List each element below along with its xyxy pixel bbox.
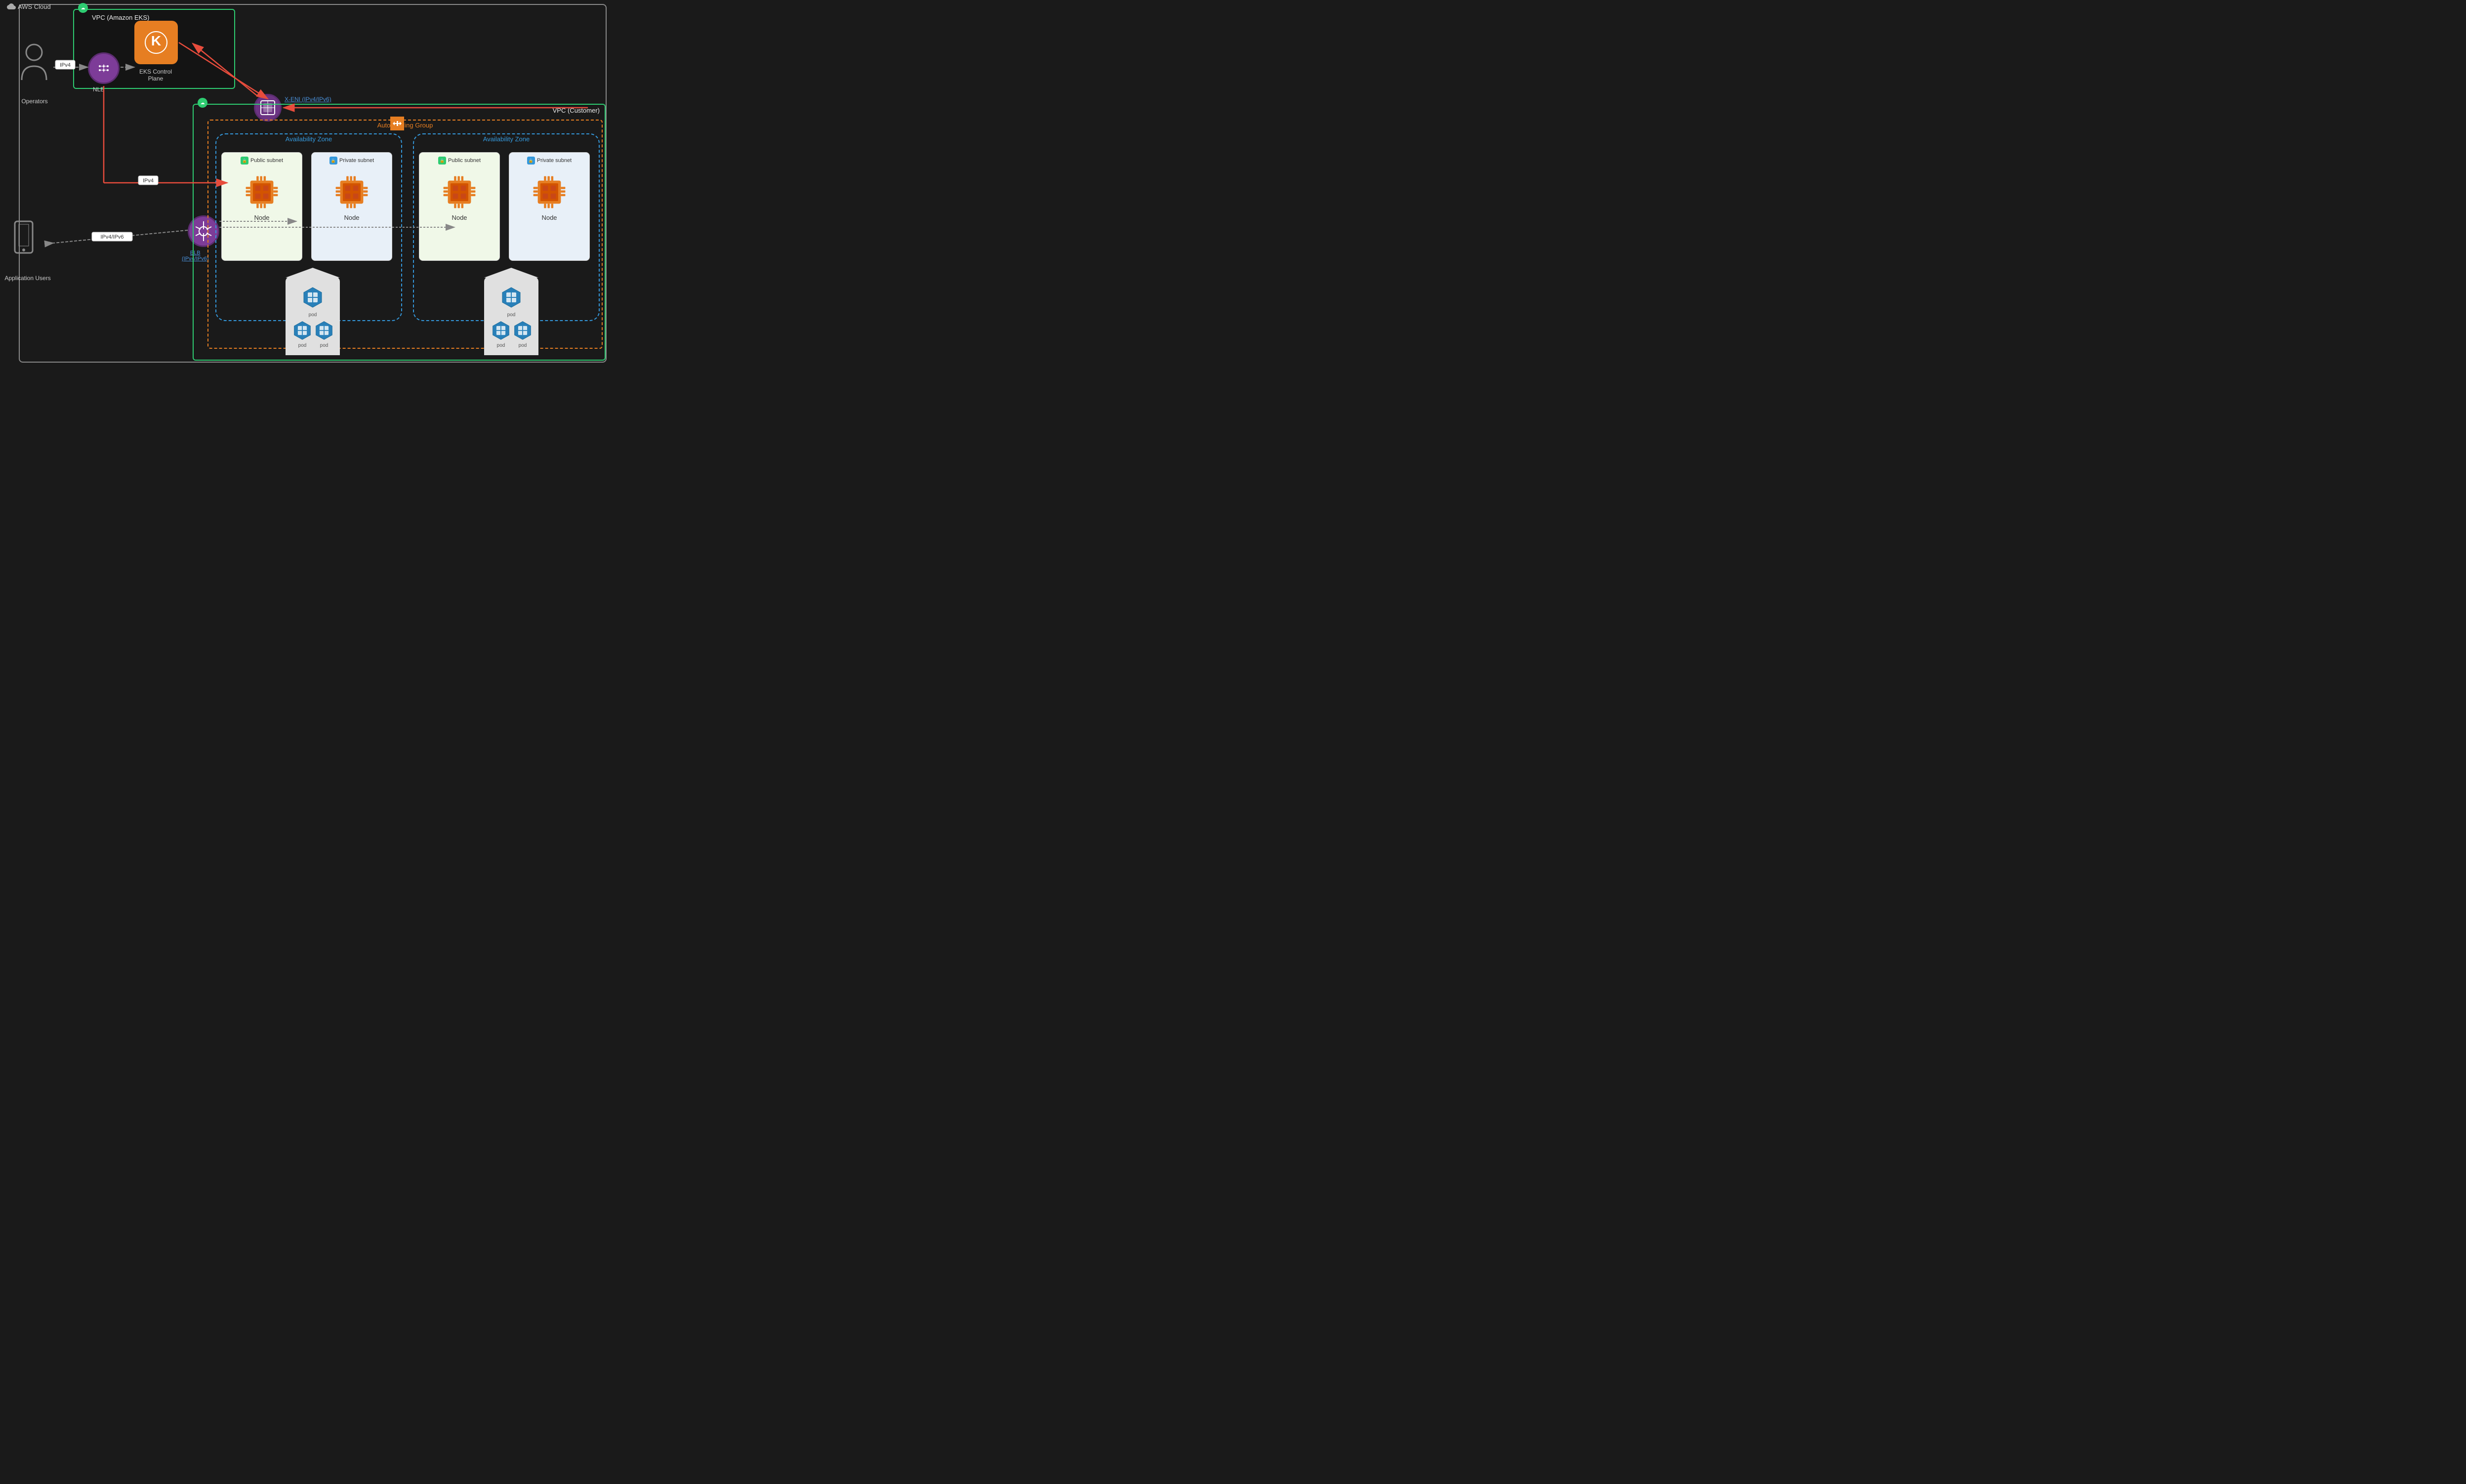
node-chip-az2-private [532, 174, 567, 210]
node-label-az1-public: Node [254, 214, 269, 221]
lock-icon-green: 🔒 [241, 157, 248, 165]
pod-container-az1: pod pod pod [286, 277, 340, 355]
vpc-eks-cloud-icon: ☁ [78, 3, 88, 13]
nlb-label: NLB [93, 86, 104, 93]
eks-control-plane-label: EKS Control Plane [133, 68, 178, 82]
subnet-az1-public: 🔒 Public subnet [221, 152, 302, 261]
auto-scaling-label: Auto Scaling Group [377, 122, 433, 129]
lock-icon-blue-az2: 🔒 [527, 157, 535, 165]
eks-control-plane-icon: K [134, 21, 178, 64]
pod-item-az1-2: pod [314, 321, 334, 348]
pod-item-az1-1: pod [292, 321, 312, 348]
vpc-customer-cloud-icon: ☁ [198, 98, 207, 108]
operators-icon [21, 43, 47, 84]
diagram: AWS Cloud ☁ VPC (Amazon EKS) K EKS Contr… [0, 0, 616, 371]
subnet-az1-private: 🔒 Private subnet [311, 152, 392, 261]
vpc-eks-label: VPC (Amazon EKS) [92, 14, 149, 21]
lock-icon-blue-az1: 🔒 [329, 157, 337, 165]
node-label-az1-private: Node [344, 214, 359, 221]
pod-hex-az2-3 [513, 321, 533, 340]
pod-hex-1 [302, 287, 324, 308]
pod-hex-3 [314, 321, 334, 340]
pod-label-az1-2: pod [314, 343, 334, 348]
xeni-label: X-ENI (IPv4/IPv6) [285, 96, 331, 103]
pod-hex-2 [292, 321, 312, 340]
pod-row-az1: pod pod [292, 321, 333, 348]
subnet-az1-public-header: 🔒 Public subnet [241, 157, 283, 165]
aws-cloud-label: AWS Cloud [7, 2, 51, 11]
pod-item-az2-2: pod [513, 321, 533, 348]
pod-roof-az2 [484, 268, 538, 278]
operators-label: Operators [15, 98, 54, 105]
pod-label-top-az1: pod [292, 312, 333, 318]
subnet-az2-private-header: 🔒 Private subnet [527, 157, 572, 165]
nlb-icon [88, 52, 120, 84]
pod-row-az2: pod pod [491, 321, 532, 348]
pod-top-az2 [491, 287, 532, 308]
autoscale-icon [390, 117, 404, 130]
pod-top-az1 [292, 287, 333, 308]
az1-label: Availability Zone [286, 135, 332, 143]
pod-roof-az1 [286, 268, 340, 278]
phone-icon [14, 220, 34, 256]
node-label-az2-private: Node [541, 214, 557, 221]
node-chip-az1-public [244, 174, 280, 210]
app-users-label: Application Users [3, 275, 52, 282]
az2-label: Availability Zone [483, 135, 530, 143]
node-chip-az2-public [442, 174, 477, 210]
pod-hex-az2-2 [491, 321, 511, 340]
pod-label-az1-1: pod [292, 343, 312, 348]
pod-container-az2: pod pod pod [484, 277, 538, 355]
node-chip-az1-private [334, 174, 370, 210]
lock-icon-green-az2: 🔒 [438, 157, 446, 165]
pod-label-az2-1: pod [491, 343, 511, 348]
subnet-az2-private: 🔒 Private subnet [509, 152, 590, 261]
pod-hex-az2-1 [500, 287, 522, 308]
subnet-az1-private-header: 🔒 Private subnet [329, 157, 374, 165]
vpc-customer-label: VPC (Customer) [553, 107, 600, 114]
svg-text:K: K [151, 33, 161, 48]
pod-item-az2-1: pod [491, 321, 511, 348]
pod-label-top-az2: pod [491, 312, 532, 318]
node-label-az2-public: Node [452, 214, 467, 221]
subnet-az2-public-header: 🔒 Public subnet [438, 157, 481, 165]
subnet-az2-public: 🔒 Public subnet [419, 152, 500, 261]
pod-label-az2-2: pod [513, 343, 533, 348]
